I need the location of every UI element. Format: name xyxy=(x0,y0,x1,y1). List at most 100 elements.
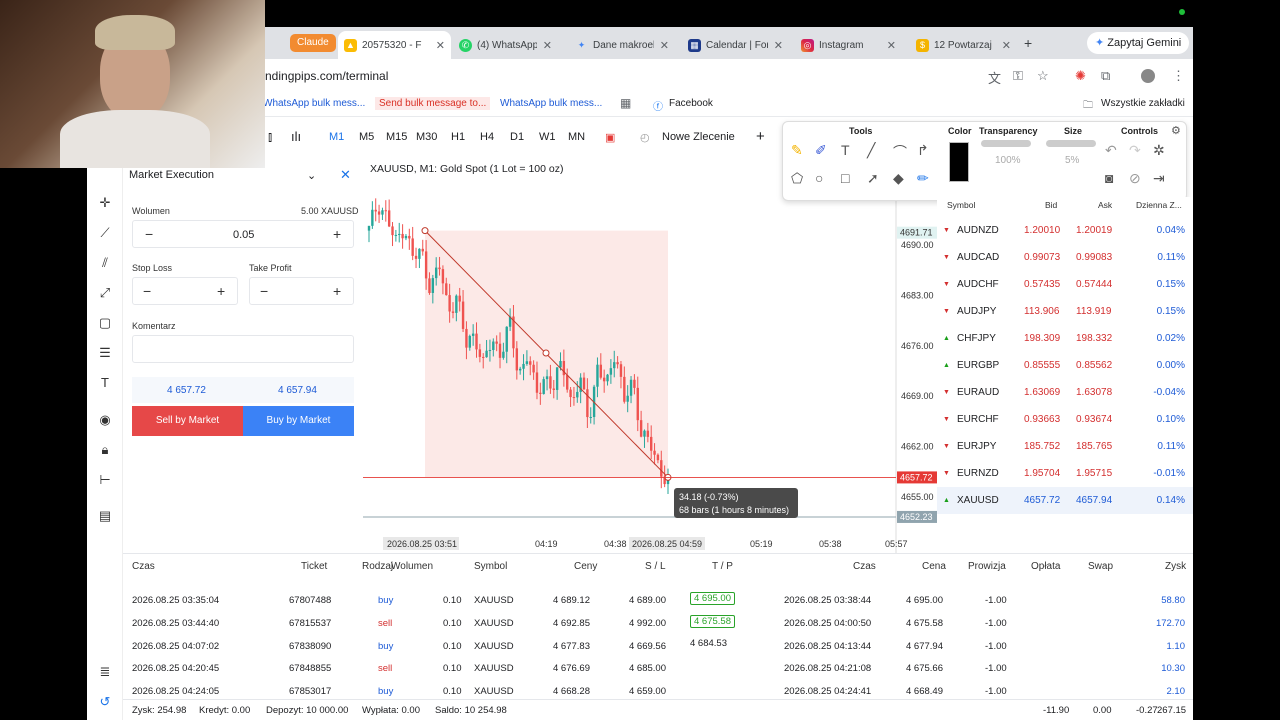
trade-row[interactable]: 2026.08.25 04:07:02 67838090 buy 0.10 XAUUSD… xyxy=(123,635,1193,658)
close-icon[interactable]: ✕ xyxy=(340,167,351,183)
close-icon[interactable]: ✕ xyxy=(774,39,783,52)
text-tool-icon[interactable]: T xyxy=(841,142,850,158)
minus-icon[interactable]: − xyxy=(260,283,268,299)
clear-icon[interactable]: ✲ xyxy=(1153,142,1165,159)
watchlist-row[interactable]: ▼ EURNZD 1.95704 1.95715 -0.01% xyxy=(937,460,1193,487)
password-key-icon[interactable]: ⚿ xyxy=(1013,68,1023,84)
minus-icon[interactable]: − xyxy=(145,226,153,242)
price-chart[interactable]: XAUUSD, M1: Gold Spot (1 Lot = 100 oz) 4… xyxy=(363,153,937,553)
tab-claude[interactable]: Claude xyxy=(290,34,336,52)
curve-tool-icon[interactable]: ⌒ xyxy=(893,142,907,162)
marker-icon[interactable]: ✐ xyxy=(815,142,827,159)
timeframe-h1[interactable]: H1 xyxy=(451,131,465,143)
add-icon[interactable]: + xyxy=(756,128,765,145)
volume-value[interactable]: 0.05 xyxy=(233,229,254,241)
watchlist-row[interactable]: ▼ AUDNZD 1.20010 1.20019 0.04% xyxy=(937,217,1193,244)
timeframe-w1[interactable]: W1 xyxy=(539,131,556,143)
square-icon[interactable]: □ xyxy=(841,170,849,186)
watchlist-row[interactable]: ▲ CHFJPY 198.309 198.332 0.02% xyxy=(937,325,1193,352)
tab-terminal[interactable]: ▲ 20575320 - F ✕ xyxy=(338,31,451,59)
trendline-icon[interactable]: ⟋ xyxy=(97,225,113,241)
plus-icon[interactable]: + xyxy=(217,283,225,299)
bookmark-star-icon[interactable]: ☆ xyxy=(1037,68,1049,84)
gear-icon[interactable]: ⚙ xyxy=(1171,124,1181,137)
channel-icon[interactable]: ⫽ xyxy=(97,255,113,271)
pentagon-icon[interactable]: ⬠ xyxy=(791,170,803,187)
minus-icon[interactable]: − xyxy=(143,283,151,299)
select-cursor-icon[interactable]: ➚ xyxy=(867,170,879,187)
watchlist-row[interactable]: ▲ EURGBP 0.85555 0.85562 0.00% xyxy=(937,352,1193,379)
list-icon[interactable]: ≣ xyxy=(97,664,113,680)
tab-whatsapp[interactable]: ✆ (4) WhatsApp ✕ xyxy=(453,31,558,59)
extension-icon[interactable]: ✺ xyxy=(1075,68,1086,84)
timeframe-m15[interactable]: M15 xyxy=(386,131,407,143)
size-slider[interactable] xyxy=(1046,140,1096,147)
timeframe-m30[interactable]: M30 xyxy=(416,131,437,143)
new-order-button[interactable]: Nowe Zlecenie xyxy=(662,131,735,143)
color-swatch[interactable] xyxy=(949,142,969,182)
tab-calendar[interactable]: ▦ Calendar | For ✕ xyxy=(682,31,789,59)
execution-type-select[interactable]: Market Execution xyxy=(129,169,214,181)
redo-icon[interactable]: ↷ xyxy=(1129,142,1141,159)
transparency-slider[interactable] xyxy=(981,140,1031,147)
chart-type-icon[interactable]: ⫾ xyxy=(268,129,272,145)
timeframe-mn[interactable]: MN xyxy=(568,131,585,143)
fibonacci-icon[interactable]: ☰ xyxy=(97,345,113,361)
close-icon[interactable]: ✕ xyxy=(543,39,552,52)
trade-row[interactable]: 2026.08.25 03:44:40 67815537 sell 0.10 XAUUS… xyxy=(123,612,1193,635)
comment-input[interactable] xyxy=(132,335,354,363)
take-profit-stepper[interactable]: − + xyxy=(249,277,354,305)
close-icon[interactable]: ✕ xyxy=(887,39,896,52)
chart-canvas[interactable]: 4697.004690.004683.004676.004669.004662.… xyxy=(363,153,937,553)
undo-icon[interactable]: ↶ xyxy=(1105,142,1117,159)
text-icon[interactable]: T xyxy=(97,375,113,391)
tree-icon[interactable]: ⊢ xyxy=(97,472,113,488)
watchlist-row[interactable]: ▼ AUDCHF 0.57435 0.57444 0.15% xyxy=(937,271,1193,298)
plus-icon[interactable]: + xyxy=(333,283,341,299)
eye-icon[interactable]: ◉ xyxy=(97,412,113,428)
gemini-button[interactable]: ✦ Zapytaj Gemini xyxy=(1087,32,1190,54)
bookmark-send-bulk[interactable]: Send bulk message to... xyxy=(375,97,491,110)
sell-by-market-button[interactable]: Sell by Market xyxy=(132,406,243,436)
tab-instagram[interactable]: ◎ Instagram ✕ xyxy=(795,31,902,59)
avatar[interactable] xyxy=(1141,69,1155,83)
trade-row[interactable]: 2026.08.25 03:35:04 67807488 buy 0.10 XAUUSD… xyxy=(123,589,1193,612)
layers-icon[interactable]: ▤ xyxy=(97,508,113,524)
crosshair-icon[interactable]: ✛ xyxy=(97,195,113,211)
watchlist-row[interactable]: ▼ AUDJPY 113.906 113.919 0.15% xyxy=(937,298,1193,325)
hide-icon[interactable]: ⊘ xyxy=(1129,170,1141,187)
close-icon[interactable]: ✕ xyxy=(436,39,445,52)
chevron-down-icon[interactable]: ⌄ xyxy=(307,169,316,182)
timeframe-m5[interactable]: M5 xyxy=(359,131,374,143)
watchlist-row[interactable]: ▼ EURAUD 1.63069 1.63078 -0.04% xyxy=(937,379,1193,406)
close-icon[interactable]: ✕ xyxy=(1002,39,1011,52)
ray-icon[interactable]: ⤢ xyxy=(97,285,113,301)
tab-powtarzaj[interactable]: $ 12 Powtarzaj ✕ xyxy=(910,31,1017,59)
watchlist-row[interactable]: ▼ EURCHF 0.93663 0.93674 0.10% xyxy=(937,406,1193,433)
history-icon[interactable]: ↺ xyxy=(97,694,113,710)
all-bookmarks[interactable]: Wszystkie zakładki xyxy=(1101,98,1185,109)
arrow-tool-icon[interactable]: ↱ xyxy=(917,142,929,159)
watchlist-row[interactable]: ▲ XAUUSD 4657.72 4657.94 0.14% xyxy=(937,487,1193,514)
translate-icon[interactable]: ⽂ xyxy=(988,68,1001,87)
lock-icon[interactable]: 🔒︎ xyxy=(97,442,113,458)
extensions-puzzle-icon[interactable]: ⧉ xyxy=(1101,68,1110,84)
tab-dane[interactable]: ✦ Dane makroek ✕ xyxy=(569,31,675,59)
screenshot-icon[interactable]: ▣ xyxy=(605,131,615,144)
timeframe-d1[interactable]: D1 xyxy=(510,131,524,143)
pencil-icon[interactable]: ✎ xyxy=(791,142,803,159)
camera-icon[interactable]: ◙ xyxy=(1105,170,1113,186)
watchlist-row[interactable]: ▼ EURJPY 185.752 185.765 0.11% xyxy=(937,433,1193,460)
timeframe-m1[interactable]: M1 xyxy=(329,131,344,143)
bookmark-whatsapp-1[interactable]: WhatsApp bulk mess... xyxy=(263,98,365,109)
volume-stepper[interactable]: − 0.05 + xyxy=(132,220,354,248)
exit-icon[interactable]: ⇥ xyxy=(1153,170,1165,187)
eraser-icon[interactable]: ◆ xyxy=(893,170,904,187)
rectangle-icon[interactable]: ▢ xyxy=(97,315,113,331)
new-tab-button[interactable]: + xyxy=(1024,35,1032,51)
url-field[interactable]: ndingpips.com/terminal xyxy=(265,69,388,83)
highlighter-icon[interactable]: ✏ xyxy=(917,170,929,187)
close-icon[interactable]: ✕ xyxy=(660,39,669,52)
stop-loss-stepper[interactable]: − + xyxy=(132,277,238,305)
plus-icon[interactable]: + xyxy=(333,226,341,242)
